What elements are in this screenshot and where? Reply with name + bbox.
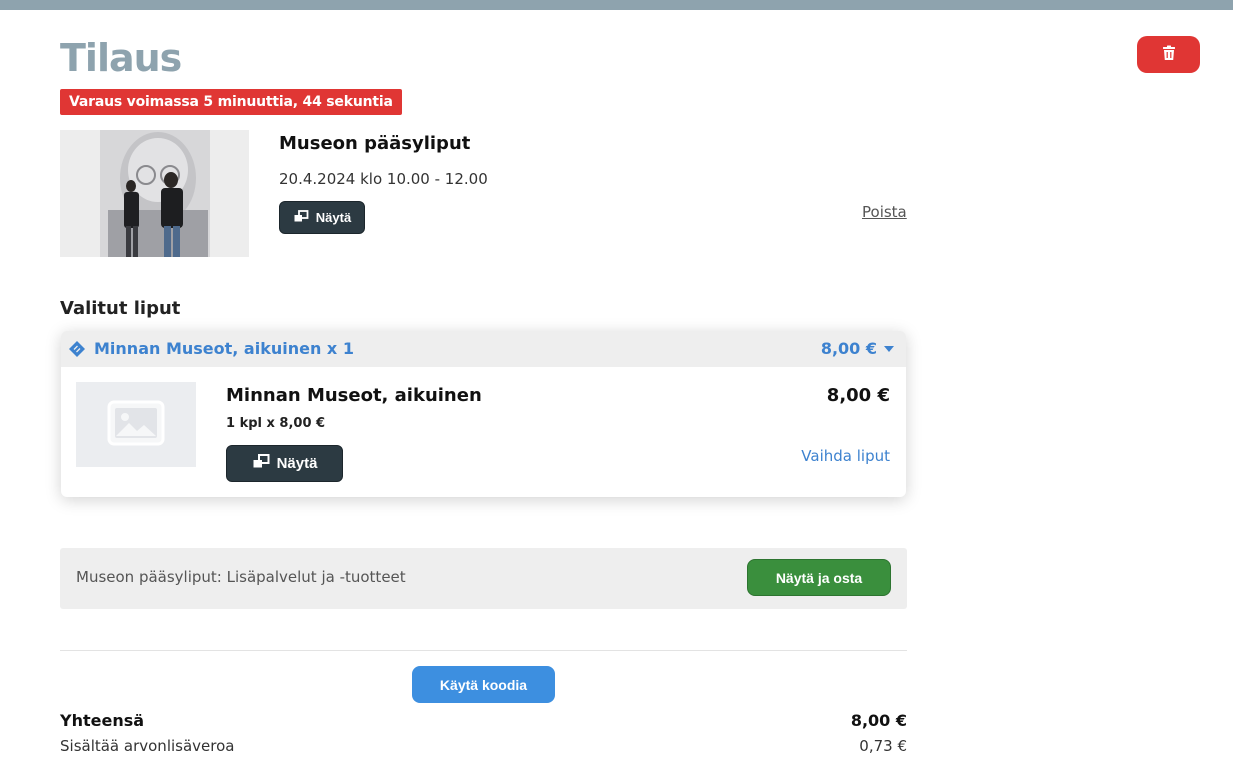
ticket-summary-label: Minnan Museot, aikuinen x 1 xyxy=(94,339,354,358)
event-title: Museon pääsyliput xyxy=(279,133,471,154)
ticket-item-price: 8,00 € xyxy=(826,385,890,406)
ticket-summary-price: 8,00 € xyxy=(820,339,877,358)
ticket-icon xyxy=(68,340,86,362)
reservation-timer-badge: Varaus voimassa 5 minuuttia, 44 sekuntia xyxy=(60,89,402,115)
ticket-item-quantity: 1 kpl x 8,00 € xyxy=(226,416,326,431)
extras-text: Museon pääsyliput: Lisäpalvelut ja -tuot… xyxy=(76,568,406,586)
total-label: Yhteensä xyxy=(60,711,145,730)
event-show-button[interactable]: Näytä xyxy=(279,201,365,234)
extras-panel: Museon pääsyliput: Lisäpalvelut ja -tuot… xyxy=(60,548,907,609)
change-tickets-link[interactable]: Vaihda liput xyxy=(801,447,890,465)
event-image xyxy=(60,130,249,257)
trash-icon xyxy=(1162,45,1176,64)
windows-icon xyxy=(252,454,270,473)
ticket-image-placeholder xyxy=(76,382,196,467)
show-and-buy-button[interactable]: Näytä ja osta xyxy=(747,559,891,596)
vat-label: Sisältää arvonlisäveroa xyxy=(60,737,235,755)
ticket-summary-header[interactable]: Minnan Museot, aikuinen x 1 8,00 € xyxy=(61,331,906,367)
remove-event-link[interactable]: Poista xyxy=(862,203,907,221)
ticket-card: Minnan Museot, aikuinen x 1 8,00 € Minna… xyxy=(61,331,906,497)
event-show-label: Näytä xyxy=(315,210,352,225)
chevron-down-icon xyxy=(884,346,894,352)
divider xyxy=(60,650,907,651)
image-placeholder-icon xyxy=(107,400,165,450)
windows-icon xyxy=(293,209,309,226)
delete-order-button[interactable] xyxy=(1137,36,1200,73)
total-value: 8,00 € xyxy=(850,711,907,730)
event-date: 20.4.2024 klo 10.00 - 12.00 xyxy=(279,170,488,188)
ticket-show-label: Näytä xyxy=(276,455,318,472)
ticket-show-button[interactable]: Näytä xyxy=(226,445,343,482)
selected-tickets-heading: Valitut liput xyxy=(60,298,181,319)
use-code-button[interactable]: Käytä koodia xyxy=(412,666,555,703)
ticket-item-name: Minnan Museot, aikuinen xyxy=(226,385,482,406)
top-accent-bar xyxy=(0,0,1233,10)
vat-value: 0,73 € xyxy=(859,737,907,755)
page-title: Tilaus xyxy=(60,36,182,80)
